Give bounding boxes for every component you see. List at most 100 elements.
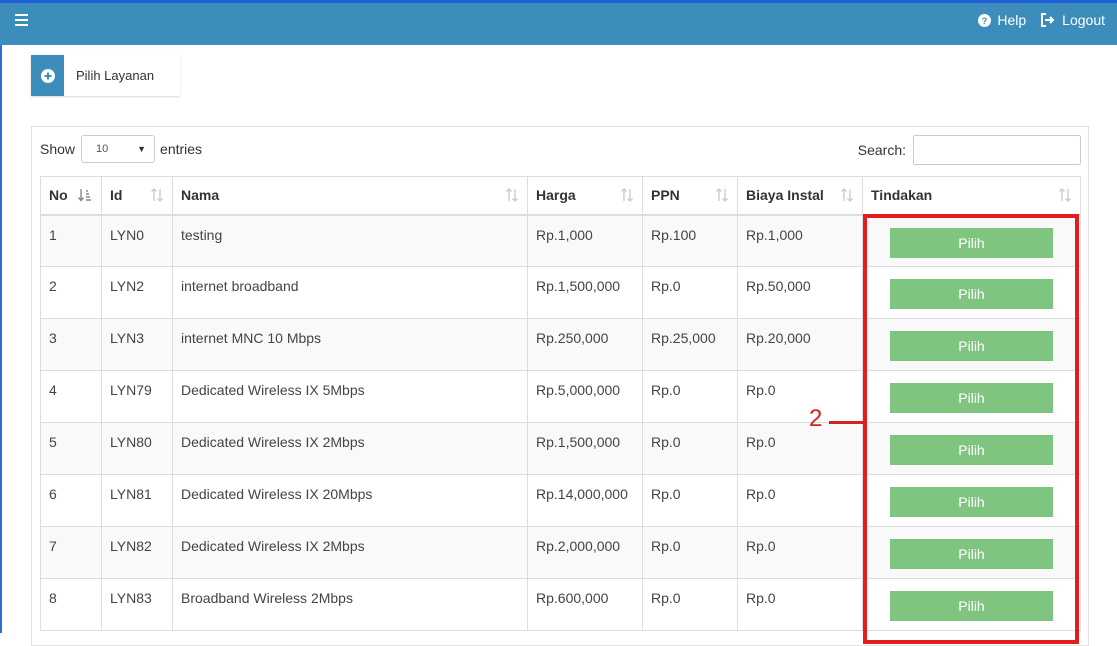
cell-tindakan: Pilih xyxy=(862,214,1081,267)
cell-harga: Rp.14,000,000 xyxy=(527,474,643,527)
cell-harga: Rp.2,000,000 xyxy=(527,526,643,579)
cell-ppn: Rp.25,000 xyxy=(642,318,738,371)
annotation-pointer-line xyxy=(829,421,865,424)
pilih-layanan-label: Pilih Layanan xyxy=(76,68,155,83)
pilih-button[interactable]: Pilih xyxy=(890,227,1053,258)
cell-id: LYN2 xyxy=(101,266,173,319)
cell-harga: Rp.250,000 xyxy=(527,318,643,371)
question-circle-icon: ? xyxy=(978,13,992,27)
cell-harga: Rp.1,000 xyxy=(527,214,643,267)
col-header-no[interactable]: No xyxy=(40,176,102,216)
plus-circle-icon xyxy=(31,55,64,96)
search-input[interactable] xyxy=(913,135,1081,165)
services-table: No Id Nama Harga PPN Biaya Instal Tindak… xyxy=(40,176,1081,631)
cell-biaya-instal: Rp.0 xyxy=(737,526,863,579)
annotation-label: 2 xyxy=(809,405,823,432)
cell-no: 4 xyxy=(40,370,102,423)
col-header-tindakan[interactable]: Tindakan xyxy=(862,176,1081,216)
cell-no: 1 xyxy=(40,214,102,267)
sort-icon xyxy=(716,188,728,202)
pilih-button[interactable]: Pilih xyxy=(890,591,1053,621)
cell-biaya-instal: Rp.50,000 xyxy=(737,266,863,319)
pilih-button[interactable]: Pilih xyxy=(890,539,1053,569)
cell-nama: Dedicated Wireless IX 20Mbps xyxy=(172,474,528,527)
table-row: 7 LYN82 Dedicated Wireless IX 2Mbps Rp.2… xyxy=(40,526,1081,579)
cell-ppn: Rp.0 xyxy=(642,422,738,475)
col-header-harga[interactable]: Harga xyxy=(527,176,643,216)
cell-nama: Dedicated Wireless IX 2Mbps xyxy=(172,526,528,579)
sign-out-icon xyxy=(1041,13,1055,27)
cell-nama: internet broadband xyxy=(172,266,528,319)
cell-ppn: Rp.0 xyxy=(642,474,738,527)
cell-ppn: Rp.0 xyxy=(642,266,738,319)
logout-label: Logout xyxy=(1062,12,1105,28)
pilih-button[interactable]: Pilih xyxy=(890,279,1053,309)
cell-nama: Dedicated Wireless IX 5Mbps xyxy=(172,370,528,423)
cell-tindakan: Pilih xyxy=(862,526,1081,579)
cell-tindakan: Pilih xyxy=(862,370,1081,423)
sort-icon xyxy=(621,188,633,202)
cell-tindakan: Pilih xyxy=(862,266,1081,319)
cell-no: 3 xyxy=(40,318,102,371)
top-navbar: ? Help Logout xyxy=(0,0,1117,45)
table-header-row: No Id Nama Harga PPN Biaya Instal Tindak… xyxy=(40,176,1081,216)
page-size-select[interactable]: 10 ▼ xyxy=(81,135,156,163)
length-control: Show 10 ▼ entries xyxy=(40,135,202,163)
entries-label: entries xyxy=(160,141,203,157)
help-link[interactable]: ? Help xyxy=(978,12,1026,28)
cell-tindakan: Pilih xyxy=(862,318,1081,371)
cell-id: LYN3 xyxy=(101,318,173,371)
cell-no: 7 xyxy=(40,526,102,579)
pilih-button[interactable]: Pilih xyxy=(890,435,1053,465)
cell-id: LYN82 xyxy=(101,526,173,579)
cell-biaya-instal: Rp.20,000 xyxy=(737,318,863,371)
table-row: 2 LYN2 internet broadband Rp.1,500,000 R… xyxy=(40,266,1081,319)
cell-biaya-instal: Rp.0 xyxy=(737,370,863,423)
pilih-button[interactable]: Pilih xyxy=(890,331,1053,361)
table-row: 1 LYN0 testing Rp.1,000 Rp.100 Rp.1,000 … xyxy=(40,214,1081,267)
cell-harga: Rp.1,500,000 xyxy=(527,266,643,319)
search-control: Search: xyxy=(858,135,1081,165)
pilih-button[interactable]: Pilih xyxy=(890,383,1053,413)
cell-ppn: Rp.0 xyxy=(642,526,738,579)
cell-tindakan: Pilih xyxy=(862,578,1081,631)
table-row: 3 LYN3 internet MNC 10 Mbps Rp.250,000 R… xyxy=(40,318,1081,371)
sort-ascending-icon xyxy=(78,189,91,202)
col-header-biaya-instal[interactable]: Biaya Instal xyxy=(737,176,863,216)
top-right-nav: ? Help Logout xyxy=(964,12,1105,28)
cell-id: LYN0 xyxy=(101,214,173,267)
col-header-id[interactable]: Id xyxy=(101,176,173,216)
cell-id: LYN83 xyxy=(101,578,173,631)
table-row: 5 LYN80 Dedicated Wireless IX 2Mbps Rp.1… xyxy=(40,422,1081,475)
col-header-ppn[interactable]: PPN xyxy=(642,176,738,216)
logout-link[interactable]: Logout xyxy=(1040,12,1105,28)
cell-nama: Dedicated Wireless IX 2Mbps xyxy=(172,422,528,475)
page-size-value: 10 xyxy=(96,143,109,155)
col-header-nama[interactable]: Nama xyxy=(172,176,528,216)
cell-id: LYN80 xyxy=(101,422,173,475)
cell-biaya-instal: Rp.0 xyxy=(737,422,863,475)
pilih-button[interactable]: Pilih xyxy=(890,487,1053,517)
sort-icon xyxy=(1059,188,1071,202)
cell-no: 5 xyxy=(40,422,102,475)
cell-no: 2 xyxy=(40,266,102,319)
cell-ppn: Rp.0 xyxy=(642,370,738,423)
table-row: 4 LYN79 Dedicated Wireless IX 5Mbps Rp.5… xyxy=(40,370,1081,423)
cell-id: LYN79 xyxy=(101,370,173,423)
cell-ppn: Rp.0 xyxy=(642,578,738,631)
cell-harga: Rp.5,000,000 xyxy=(527,370,643,423)
cell-harga: Rp.1,500,000 xyxy=(527,422,643,475)
show-label: Show xyxy=(40,141,76,157)
cell-no: 8 xyxy=(40,578,102,631)
sort-icon xyxy=(841,188,853,202)
caret-down-icon: ▼ xyxy=(137,144,147,154)
hamburger-menu-icon[interactable] xyxy=(15,14,28,29)
cell-biaya-instal: Rp.0 xyxy=(737,474,863,527)
pilih-layanan-button[interactable]: Pilih Layanan xyxy=(31,55,180,96)
cell-nama: Broadband Wireless 2Mbps xyxy=(172,578,528,631)
help-label: Help xyxy=(997,12,1027,28)
cell-tindakan: Pilih xyxy=(862,474,1081,527)
cell-tindakan: Pilih xyxy=(862,422,1081,475)
window-edge xyxy=(0,45,2,633)
svg-text:?: ? xyxy=(982,16,988,26)
